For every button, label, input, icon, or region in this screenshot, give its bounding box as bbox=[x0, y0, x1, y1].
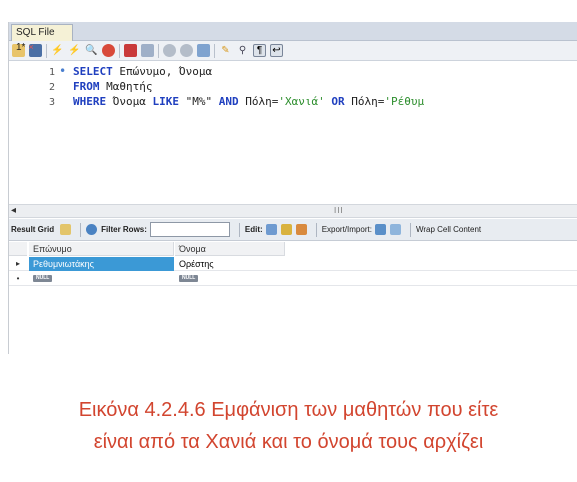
insert-row-icon[interactable] bbox=[280, 224, 292, 235]
statement-marker: • bbox=[59, 64, 67, 78]
grid-header-row: Επώνυμο Όνομα bbox=[9, 242, 577, 256]
refresh-icon[interactable] bbox=[86, 224, 98, 235]
code-line-2: 2 FROM Μαθητής bbox=[9, 79, 153, 94]
wrap-icon[interactable]: ↩ bbox=[270, 44, 283, 57]
caption-line-2: είναι από τα Χανιά και το όνομά τους αρχ… bbox=[93, 431, 484, 453]
commit-icon[interactable] bbox=[163, 44, 176, 57]
import-icon[interactable] bbox=[389, 224, 401, 235]
line-number: 3 bbox=[48, 97, 55, 108]
tab-sql-file[interactable]: SQL File 1* × bbox=[11, 24, 73, 53]
grid-cell-name[interactable]: Ορέστης bbox=[175, 257, 285, 271]
scroll-left-icon[interactable]: ◂ bbox=[11, 205, 16, 217]
table-row[interactable]: ▸ Ρεθυμνιωτάκης Ορέστης bbox=[9, 257, 577, 271]
grid-cell-name[interactable]: NULL bbox=[175, 272, 285, 286]
result-grid: Επώνυμο Όνομα ▸ Ρεθυμνιωτάκης Ορέστης • … bbox=[9, 242, 577, 322]
filter-rows-input[interactable] bbox=[149, 222, 230, 237]
code-line-3: 3 WHERE Όνομα LIKE "Μ%" AND Πόλη='Χανιά' … bbox=[9, 94, 424, 109]
export-icon[interactable] bbox=[374, 224, 386, 235]
null-badge: NULL bbox=[33, 275, 53, 282]
edit-row-icon[interactable] bbox=[265, 224, 277, 235]
export-import-label: Export/Import: bbox=[321, 225, 372, 234]
grid-cell-surname[interactable]: Ρεθυμνιωτάκης bbox=[29, 257, 174, 271]
line-number: 1 bbox=[48, 67, 55, 78]
sql-editor[interactable]: 1 • SELECT Επώνυμο, Όνομα 2 FROM Μαθητής 3W… bbox=[9, 62, 577, 204]
autocommit-icon[interactable] bbox=[197, 44, 210, 57]
find-icon[interactable]: ⚲ bbox=[236, 44, 249, 57]
grid-view-icon[interactable] bbox=[60, 224, 72, 235]
table-icon[interactable] bbox=[141, 44, 154, 57]
caption-line-1: Εικόνα 4.2.4.6 Εμφάνιση των μαθητών που … bbox=[78, 399, 499, 421]
line-number: 2 bbox=[48, 82, 55, 93]
sql-editor-toolbar: ⚡ ⚡ 🔍 ✎ ⚲ ¶ ↩ bbox=[9, 41, 577, 61]
lightning-cursor-icon[interactable]: ⚡ bbox=[68, 44, 81, 57]
workbench-frame: SQL File 1* × ⚡ ⚡ 🔍 ✎ ⚲ ¶ ↩ 1 • SELECT Επών… bbox=[8, 22, 577, 354]
row-indicator: ▸ bbox=[15, 259, 20, 268]
grid-cell-surname[interactable]: NULL bbox=[29, 272, 174, 286]
stop-icon[interactable] bbox=[102, 44, 115, 57]
new-row-indicator: • bbox=[16, 274, 20, 283]
filter-rows-label: Filter Rows: bbox=[101, 225, 147, 234]
code-line-1: 1 • SELECT Επώνυμο, Όνομα bbox=[9, 64, 212, 79]
edit-label: Edit: bbox=[244, 225, 263, 234]
result-grid-toolbar: Result Grid Filter Rows: Edit: Export/Im… bbox=[9, 219, 577, 241]
column-header-surname[interactable]: Επώνυμο bbox=[29, 242, 174, 256]
close-icon[interactable]: × bbox=[28, 42, 33, 52]
beautify-icon[interactable]: ✎ bbox=[219, 44, 232, 57]
horizontal-scrollbar[interactable]: ◂ III bbox=[9, 204, 577, 218]
rollback-icon[interactable] bbox=[180, 44, 193, 57]
null-badge: NULL bbox=[179, 275, 199, 282]
result-grid-label[interactable]: Result Grid bbox=[11, 225, 54, 234]
column-header-name[interactable]: Όνομα bbox=[175, 242, 285, 256]
toggle-icon[interactable] bbox=[124, 44, 137, 57]
table-row-new[interactable]: • NULL NULL bbox=[9, 272, 577, 286]
tab-strip: SQL File 1* × bbox=[9, 22, 577, 53]
lightning-icon[interactable]: ⚡ bbox=[51, 44, 64, 57]
scroll-thumb-grip[interactable]: III bbox=[334, 205, 344, 217]
invisible-chars-icon[interactable]: ¶ bbox=[253, 44, 266, 57]
figure-caption: Εικόνα 4.2.4.6 Εμφάνιση των μαθητών που … bbox=[0, 396, 577, 457]
wrap-cell-content-label[interactable]: Wrap Cell Content bbox=[416, 225, 481, 234]
explain-icon[interactable]: 🔍 bbox=[85, 44, 98, 57]
delete-row-icon[interactable] bbox=[295, 224, 307, 235]
